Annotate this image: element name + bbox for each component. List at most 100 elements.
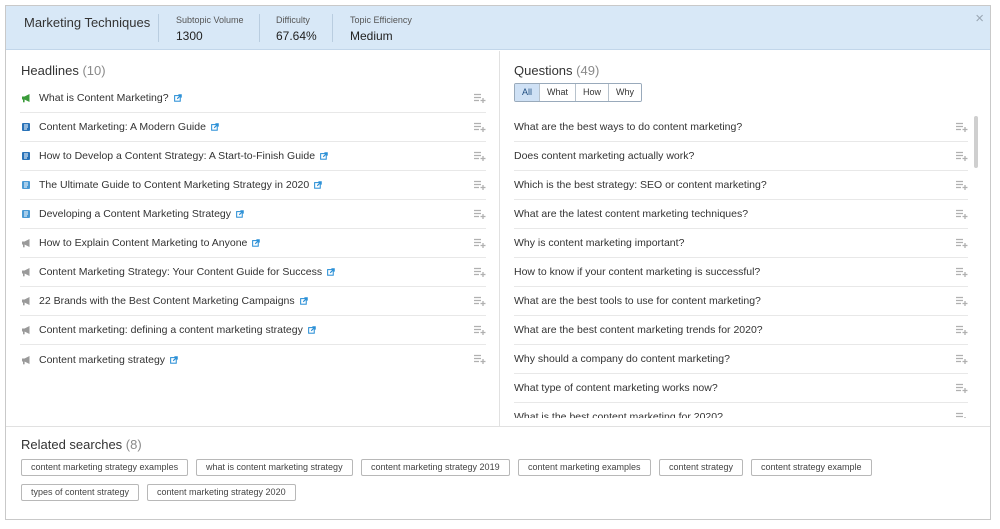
headline-row: How to Explain Content Marketing to Anyo… [20,229,486,258]
related-search-tag[interactable]: content strategy example [751,459,872,476]
question-text[interactable]: What are the best ways to do content mar… [514,121,742,133]
related-search-tag[interactable]: content marketing examples [518,459,651,476]
close-icon[interactable]: × [975,11,984,26]
add-to-list-icon[interactable] [474,296,486,306]
metric-subtopic-volume: Subtopic Volume 1300 [176,15,244,43]
section-divider [6,426,990,427]
external-link-icon[interactable] [252,239,261,247]
filter-why-button[interactable]: Why [609,84,642,101]
related-search-tag[interactable]: content marketing strategy 2020 [147,484,296,501]
question-text[interactable]: What are the latest content marketing te… [514,208,748,220]
question-text[interactable]: What type of content marketing works now… [514,382,718,394]
headline-text[interactable]: The Ultimate Guide to Content Marketing … [39,179,309,191]
external-link-icon[interactable] [299,297,308,305]
headline-text[interactable]: Content marketing: defining a content ma… [39,324,303,336]
add-to-list-icon[interactable] [956,383,968,393]
headline-text[interactable]: Content marketing strategy [39,354,165,366]
related-search-tag[interactable]: content strategy [659,459,744,476]
question-text[interactable]: Which is the best strategy: SEO or conte… [514,179,767,191]
metric-topic-efficiency: Topic Efficiency Medium [350,15,412,43]
related-search-tag[interactable]: content marketing strategy examples [21,459,189,476]
questions-title: Questions (49) [514,63,599,78]
question-text[interactable]: What are the best content marketing tren… [514,324,763,336]
headline-text[interactable]: 22 Brands with the Best Content Marketin… [39,295,295,307]
question-text[interactable]: Does content marketing actually work? [514,150,694,162]
external-link-icon[interactable] [211,123,219,131]
add-to-list-icon[interactable] [474,180,486,190]
add-to-list-icon[interactable] [956,296,968,306]
external-link-icon[interactable] [173,94,182,102]
add-to-list-icon[interactable] [474,122,486,132]
filter-all-button[interactable]: All [515,84,541,101]
add-to-list-icon[interactable] [474,151,486,161]
add-to-list-icon[interactable] [474,93,486,103]
question-text[interactable]: Why is content marketing important? [514,237,684,249]
add-to-list-icon[interactable] [474,354,486,364]
add-to-list-icon[interactable] [956,267,968,277]
metric-value: 1300 [176,29,203,43]
green-rank-icon [22,94,30,103]
related-search-tag[interactable]: content marketing strategy 2019 [361,459,510,476]
metric-difficulty: Difficulty 67.64% [276,15,317,43]
gray-megaphone-icon [22,297,30,306]
add-to-list-icon[interactable] [474,325,486,335]
topic-header: Marketing Techniques Subtopic Volume 130… [6,6,990,50]
external-link-icon[interactable] [320,152,328,160]
external-link-icon[interactable] [236,210,244,218]
gray-megaphone-icon [22,326,30,335]
headline-row: The Ultimate Guide to Content Marketing … [20,171,486,200]
add-to-list-icon[interactable] [956,180,968,190]
questions-list[interactable]: What are the best ways to do content mar… [514,113,968,418]
add-to-list-icon[interactable] [956,209,968,219]
question-text[interactable]: What is the best content marketing for 2… [514,411,723,418]
filter-how-button[interactable]: How [576,84,610,101]
headlines-title-text: Headlines [21,63,79,78]
add-to-list-icon[interactable] [956,325,968,335]
add-to-list-icon[interactable] [956,151,968,161]
gray-megaphone-icon [22,239,30,248]
divider [332,14,333,42]
headline-row: Content Marketing: A Modern Guide [20,113,486,142]
external-link-icon[interactable] [327,268,335,276]
headline-text[interactable]: Developing a Content Marketing Strategy [39,208,231,220]
add-to-list-icon[interactable] [956,412,968,418]
external-link-icon[interactable] [170,355,178,364]
related-title: Related searches (8) [21,437,142,452]
add-to-list-icon[interactable] [956,238,968,248]
headline-text[interactable]: How to Explain Content Marketing to Anyo… [39,237,247,249]
related-title-text: Related searches [21,437,123,452]
headline-text[interactable]: Content Marketing: A Modern Guide [39,121,206,133]
related-search-tag[interactable]: types of content strategy [21,484,140,501]
question-text[interactable]: Why should a company do content marketin… [514,353,730,365]
questions-scrollbar[interactable] [974,116,978,168]
headline-text[interactable]: How to Develop a Content Strategy: A Sta… [39,150,315,162]
add-to-list-icon[interactable] [956,354,968,364]
headline-row: Content marketing strategy [20,345,486,374]
add-to-list-icon[interactable] [956,122,968,132]
headline-row: How to Develop a Content Strategy: A Sta… [20,142,486,171]
panel-divider [499,51,500,426]
add-to-list-icon[interactable] [474,238,486,248]
blue-site-icon [22,181,30,189]
external-link-icon[interactable] [307,326,316,334]
question-row: What type of content marketing works now… [514,374,968,403]
filter-what-button[interactable]: What [540,84,577,101]
question-text[interactable]: What are the best tools to use for conte… [514,295,761,307]
questions-count: (49) [576,63,600,78]
headline-row: What is Content Marketing? [20,84,486,113]
question-text[interactable]: How to know if your content marketing is… [514,266,760,278]
question-row: What are the best content marketing tren… [514,316,968,345]
headline-text[interactable]: Content Marketing Strategy: Your Content… [39,266,322,278]
metric-value: 67.64% [276,29,317,43]
related-count: (8) [125,437,142,452]
questions-title-text: Questions [514,63,573,78]
semrush-site-icon [22,123,30,131]
external-link-icon[interactable] [314,181,322,189]
headlines-list: What is Content Marketing? Content Market… [20,84,486,374]
add-to-list-icon[interactable] [474,267,486,277]
headline-text[interactable]: What is Content Marketing? [39,92,169,104]
add-to-list-icon[interactable] [474,209,486,219]
gray-megaphone-icon [22,355,30,364]
semrush-site-icon [22,152,30,160]
related-search-tag[interactable]: what is content marketing strategy [196,459,353,476]
